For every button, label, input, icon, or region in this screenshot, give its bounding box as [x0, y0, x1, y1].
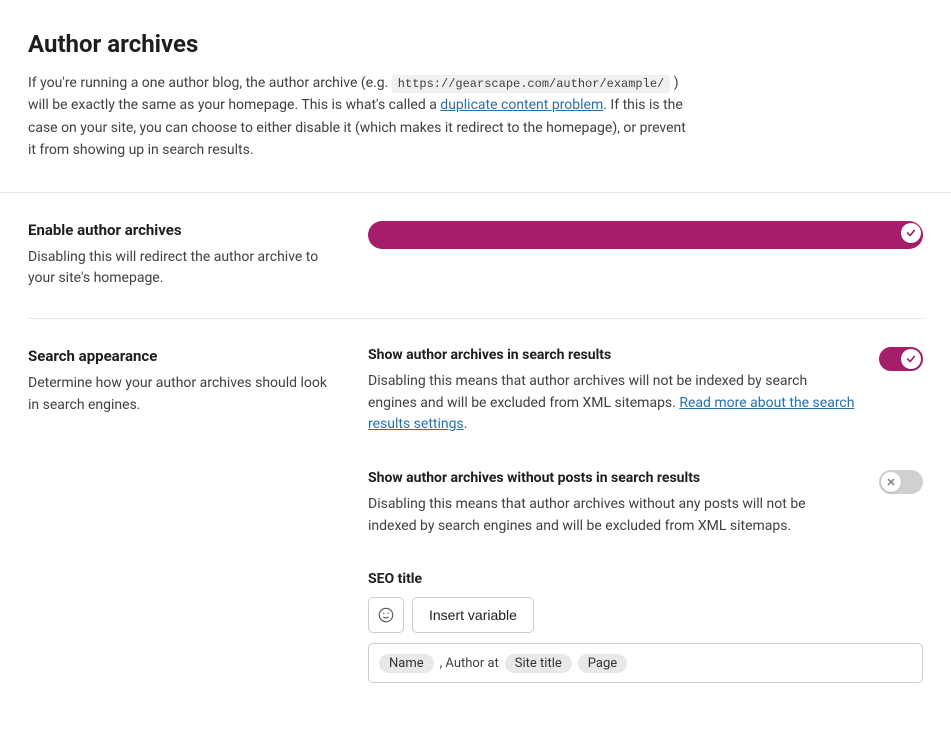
variable-chip-page[interactable]: Page	[578, 654, 627, 673]
intro-before: If you're running a one author blog, the…	[28, 75, 392, 91]
show-in-results-block: Show author archives in search results D…	[368, 347, 923, 436]
emoji-button[interactable]	[368, 597, 404, 633]
search-appearance-heading: Search appearance	[28, 347, 328, 365]
show-no-posts-toggle[interactable]	[879, 470, 923, 494]
seo-title-section: SEO title Insert variable Name , Author …	[368, 571, 923, 683]
show-in-results-desc-after: .	[464, 416, 468, 432]
variable-chip-site-title[interactable]: Site title	[505, 654, 572, 673]
show-in-results-title: Show author archives in search results	[368, 347, 855, 363]
check-icon	[901, 349, 921, 369]
show-no-posts-block: Show author archives without posts in se…	[368, 470, 923, 537]
show-no-posts-desc: Disabling this means that author archive…	[368, 494, 855, 537]
insert-variable-button[interactable]: Insert variable	[412, 597, 534, 633]
show-in-results-toggle[interactable]	[879, 347, 923, 371]
enable-archives-heading: Enable author archives	[28, 221, 328, 239]
seo-separator-text: , Author at	[440, 656, 499, 671]
enable-archives-toggle[interactable]	[368, 221, 412, 245]
duplicate-content-link[interactable]: duplicate content problem	[440, 97, 603, 113]
smile-icon	[377, 606, 395, 624]
page-title: Author archives	[28, 30, 923, 58]
example-url-code: https://gearscape.com/author/example/	[392, 75, 670, 93]
show-in-results-desc: Disabling this means that author archive…	[368, 371, 855, 436]
search-appearance-row: Search appearance Determine how your aut…	[28, 347, 923, 683]
seo-title-input[interactable]: Name , Author at Site title Page	[368, 643, 923, 683]
seo-title-label: SEO title	[368, 571, 923, 587]
section-divider-2	[28, 318, 923, 319]
search-appearance-desc: Determine how your author archives shoul…	[28, 373, 328, 416]
enable-archives-row: Enable author archives Disabling this wi…	[28, 221, 923, 290]
intro-text: If you're running a one author blog, the…	[28, 72, 688, 162]
check-icon	[901, 223, 921, 243]
show-no-posts-title: Show author archives without posts in se…	[368, 470, 855, 486]
x-icon	[881, 472, 901, 492]
section-divider	[0, 192, 951, 193]
variable-chip-name[interactable]: Name	[379, 654, 434, 673]
enable-archives-desc: Disabling this will redirect the author …	[28, 247, 328, 290]
